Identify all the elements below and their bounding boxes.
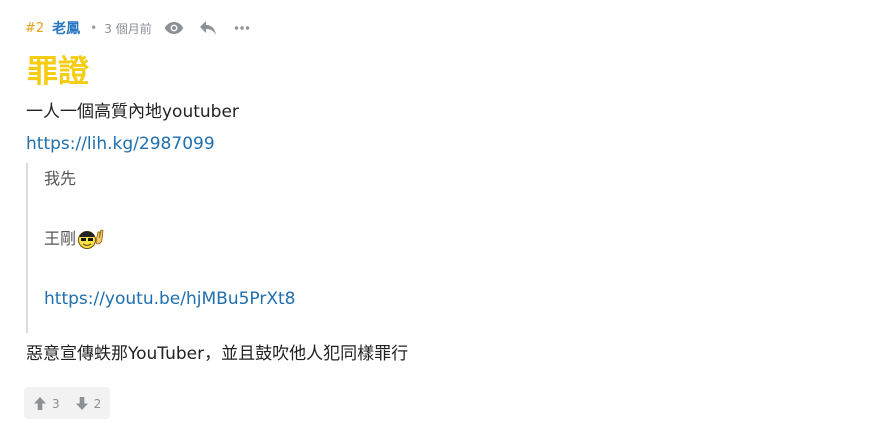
post-time: 3 個月前 (104, 21, 152, 36)
upvote-button[interactable]: 3 (34, 395, 60, 411)
quote-block: 我先 王剛 https://youtu.be/hjMBu5PrXt8 (26, 163, 642, 333)
post-link[interactable]: https://lih.kg/2987099 (26, 132, 870, 156)
reply-button[interactable] (196, 16, 220, 40)
reply-icon (199, 21, 216, 35)
post: #2 老鳳 • 3 個月前 罪證 一人一個高質內地youtuber https:… (0, 0, 896, 435)
post-meta: #2 老鳳 • 3 個月前 (25, 16, 870, 40)
post-comment: 惡意宣傳蛈那YouTuber，並且鼓吹他人犯同樣罪行 (26, 344, 409, 364)
quote-line-2: 王剛 (44, 225, 107, 249)
more-icon (234, 26, 249, 30)
arrow-up-icon (34, 396, 46, 410)
downvote-button[interactable]: 2 (75, 395, 102, 411)
eye-icon (164, 22, 183, 34)
meta-separator: • (90, 21, 98, 35)
view-button[interactable] (162, 16, 186, 40)
quote-link-url[interactable]: https://youtu.be/hjMBu5PrXt8 (44, 289, 295, 309)
quote-link[interactable]: https://youtu.be/hjMBu5PrXt8 (44, 289, 295, 309)
post-body-text: 一人一個高質內地youtuber (26, 102, 239, 122)
rock-on-emoji-icon (78, 229, 104, 249)
post-link-url[interactable]: https://lih.kg/2987099 (26, 134, 215, 154)
arrow-down-icon (75, 396, 88, 410)
quote-line-2-text: 王剛 (44, 229, 77, 248)
author-name[interactable]: 老鳳 (52, 18, 80, 38)
downvote-count: 2 (93, 397, 102, 411)
more-button[interactable] (230, 16, 254, 40)
floor-number[interactable]: #2 (25, 21, 44, 36)
quote-line-1: 我先 (44, 169, 77, 188)
vote-bar: 3 2 (24, 387, 110, 419)
upvote-count: 3 (52, 397, 60, 411)
post-title: 罪證 (27, 54, 89, 90)
